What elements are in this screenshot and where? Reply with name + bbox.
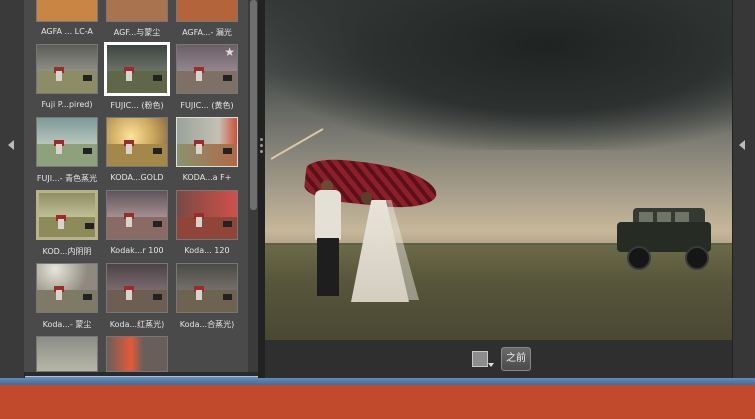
preview-image	[265, 0, 732, 340]
filter-thumb-kodak-vignette[interactable]	[36, 190, 98, 240]
filter-thumb-fuji-p[interactable]	[36, 44, 98, 94]
preview-toolbar	[265, 340, 732, 378]
filter-label: Koda...红蒸光)	[109, 320, 165, 329]
scrollbar-thumb[interactable]	[250, 0, 257, 210]
filter-thumb-fujic-yellow[interactable]: ★	[176, 44, 238, 94]
background-color-swatch[interactable]	[472, 351, 488, 367]
filter-label: Koda... 120	[184, 246, 230, 255]
filter-label: KOD...内阴阴	[42, 247, 92, 256]
filter-label: Koda...合蒸光)	[179, 320, 235, 329]
filter-label: Koda...- 蒙尘	[42, 320, 92, 329]
filter-thumb-kodak-gold[interactable]	[106, 117, 168, 167]
right-collapse-strip[interactable]	[732, 0, 755, 378]
filter-thumb-kodak-dust[interactable]	[36, 263, 98, 313]
chevron-down-icon[interactable]	[488, 363, 494, 367]
filter-label: AGFA...- 漏光	[182, 28, 232, 37]
filter-thumb-fuji-cyan[interactable]	[36, 117, 98, 167]
filter-label: FUJIC... (黄色)	[180, 101, 234, 110]
filter-label: FUJI...- 青色蒸光	[36, 174, 98, 183]
filter-thumb-kodak-100[interactable]	[106, 190, 168, 240]
panel-splitter[interactable]	[258, 0, 265, 378]
arrow-left-icon[interactable]	[8, 140, 14, 150]
filter-label: AGFA ... LC-A	[41, 27, 93, 36]
filter-label: Fuji P...pired)	[41, 100, 93, 109]
filter-label: FUJIC... (粉色)	[110, 101, 164, 110]
filter-thumb-row6-a[interactable]	[36, 336, 98, 372]
filter-label: Kodak...r 100	[110, 246, 164, 255]
filter-thumb-agfa-leak[interactable]	[176, 0, 238, 22]
filter-label: AGF...与蒙尘	[113, 28, 161, 37]
filter-thumb-kodak-mixed-leak[interactable]	[176, 263, 238, 313]
arrow-right-icon[interactable]	[739, 140, 745, 150]
filter-thumb-agfa-lca[interactable]	[36, 0, 98, 22]
filter-thumb-row6-b[interactable]	[106, 336, 168, 372]
star-icon[interactable]: ★	[224, 46, 235, 58]
filter-label: KODA...a F+	[182, 173, 232, 182]
filter-thumb-kodak-f[interactable]	[176, 117, 238, 167]
filter-presets-panel: AGFA ... LC-A AGF...与蒙尘 AGFA...- 漏光 Fuji…	[24, 0, 248, 372]
filter-thumb-kodak-red-leak[interactable]	[106, 263, 168, 313]
filter-thumb-agfa-dust[interactable]	[106, 0, 168, 22]
filter-thumb-kodak-120[interactable]	[176, 190, 238, 240]
filter-label: KODA...GOLD	[110, 173, 164, 182]
before-button[interactable]: 之前	[501, 347, 531, 371]
left-collapse-strip[interactable]	[0, 0, 25, 378]
filter-thumb-fujic-pink[interactable]	[104, 42, 170, 96]
